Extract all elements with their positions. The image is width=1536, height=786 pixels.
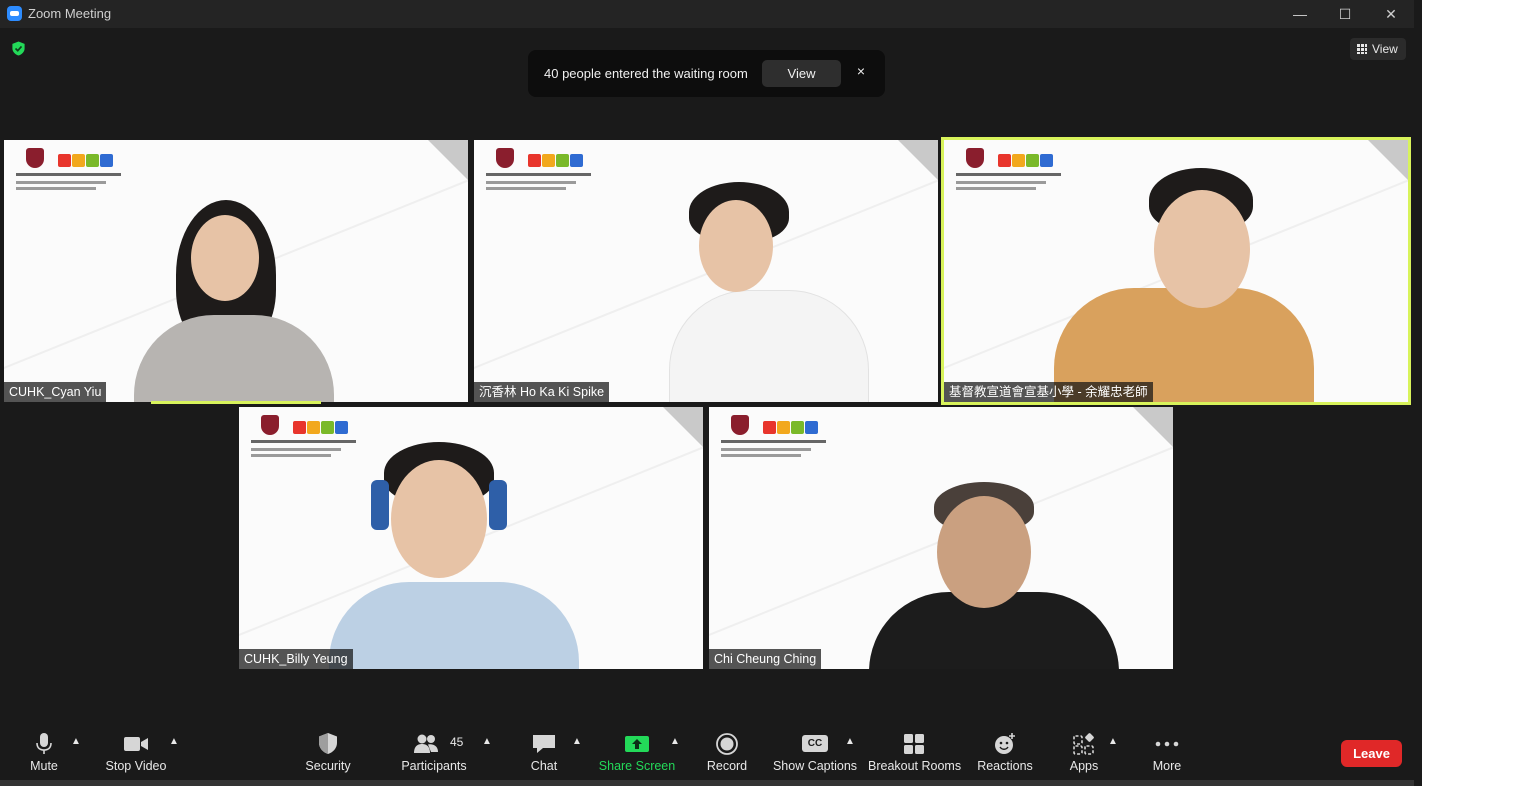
apps-button[interactable]: Apps [1058,722,1110,786]
cuhk-clst-logo [251,415,371,467]
video-tile[interactable]: Chi Cheung Ching [709,407,1173,669]
window-title: Zoom Meeting [28,6,112,21]
chat-button[interactable]: Chat [518,722,570,786]
shield-icon [319,733,337,754]
participant-name: 沉香林 Ho Ka Ki Spike [474,382,610,402]
notification-view-button[interactable]: View [762,60,841,87]
video-tile-active-speaker[interactable]: 基督教宣道會宣基小學 - 余耀忠老師 [941,137,1411,405]
participant-name: 基督教宣道會宣基小學 - 余耀忠老師 [944,382,1153,402]
video-options-caret-icon[interactable]: ▲ [168,736,180,748]
reactions-smiley-icon [995,733,1015,754]
leave-meeting-button[interactable]: Leave [1341,740,1402,767]
mute-label: Mute [30,759,58,773]
taskbar-peek [0,780,1420,786]
chat-bubble-icon [533,735,555,753]
video-tile[interactable]: CUHK_Billy Yeung [239,407,703,669]
window-edge [1414,0,1422,786]
more-dots-icon [1155,741,1179,747]
chat-options-caret-icon[interactable]: ▲ [571,736,583,748]
apps-label: Apps [1069,759,1099,773]
cuhk-clst-logo [16,148,136,200]
grid-icon [1357,44,1367,54]
maximize-button[interactable]: ☐ [1322,0,1368,28]
reactions-label: Reactions [977,759,1033,773]
minimize-button[interactable]: — [1277,0,1323,28]
background-corner [663,407,703,447]
reactions-button[interactable]: Reactions [974,722,1036,786]
audio-options-caret-icon[interactable]: ▲ [70,736,82,748]
participants-options-caret-icon[interactable]: ▲ [481,736,493,748]
participants-button[interactable]: 45 Participants [398,722,470,786]
participants-icon [414,734,438,753]
cuhk-clst-logo [486,148,606,200]
more-button[interactable]: More [1140,722,1194,786]
participant-name: CUHK_Billy Yeung [239,649,353,669]
cuhk-clst-logo [956,148,1076,200]
background-corner [428,140,468,180]
security-button[interactable]: Security [298,722,358,786]
participants-label: Participants [401,759,467,773]
chat-label: Chat [530,759,558,773]
zoom-app-icon [7,6,22,21]
notification-message: 40 people entered the waiting room [544,66,748,81]
share-options-caret-icon[interactable]: ▲ [669,736,681,748]
stop-video-label: Stop Video [105,759,167,773]
security-label: Security [305,759,351,773]
share-screen-label: Share Screen [598,759,676,773]
title-bar: Zoom Meeting — ☐ ✕ [0,0,1420,28]
stop-video-button[interactable]: Stop Video [100,722,172,786]
video-camera-icon [124,737,148,751]
view-layout-button[interactable]: View [1350,38,1406,60]
share-screen-button[interactable]: Share Screen [598,722,676,786]
record-label: Record [706,759,748,773]
closed-captions-icon: CC [802,735,828,752]
mute-button[interactable]: Mute [14,722,74,786]
speaking-indicator [151,401,321,404]
more-label: More [1152,759,1182,773]
video-tile[interactable]: 沉香林 Ho Ka Ki Spike [474,140,938,402]
microphone-icon [36,733,52,754]
video-tile[interactable]: CUHK_Cyan Yiu [4,140,468,402]
apps-options-caret-icon[interactable]: ▲ [1107,736,1119,748]
breakout-rooms-button[interactable]: Breakout Rooms [868,722,962,786]
background-corner [1368,140,1408,180]
participants-count: 45 [450,735,464,749]
encryption-shield-icon[interactable] [11,41,26,56]
show-captions-button[interactable]: CC Show Captions [772,722,858,786]
close-window-button[interactable]: ✕ [1368,0,1414,28]
show-captions-label: Show Captions [772,759,858,773]
captions-options-caret-icon[interactable]: ▲ [844,736,856,748]
waiting-room-notification: 40 people entered the waiting room View … [528,50,885,97]
apps-icon [1073,733,1094,755]
view-layout-label: View [1372,42,1398,56]
share-screen-icon [625,736,649,752]
background-corner [1133,407,1173,447]
notification-close-icon[interactable]: × [852,63,870,83]
cuhk-clst-logo [721,415,841,467]
participant-name: Chi Cheung Ching [709,649,822,669]
background-corner [898,140,938,180]
meeting-toolbar: Mute ▲ Stop Video ▲ Security 45 Particip… [0,722,1420,786]
zoom-window: Zoom Meeting — ☐ ✕ View 40 people entere… [0,0,1420,786]
record-icon [716,733,738,755]
participant-name: CUHK_Cyan Yiu [4,382,107,402]
record-button[interactable]: Record [700,722,754,786]
breakout-rooms-label: Breakout Rooms [868,759,962,773]
breakout-rooms-icon [904,734,924,754]
